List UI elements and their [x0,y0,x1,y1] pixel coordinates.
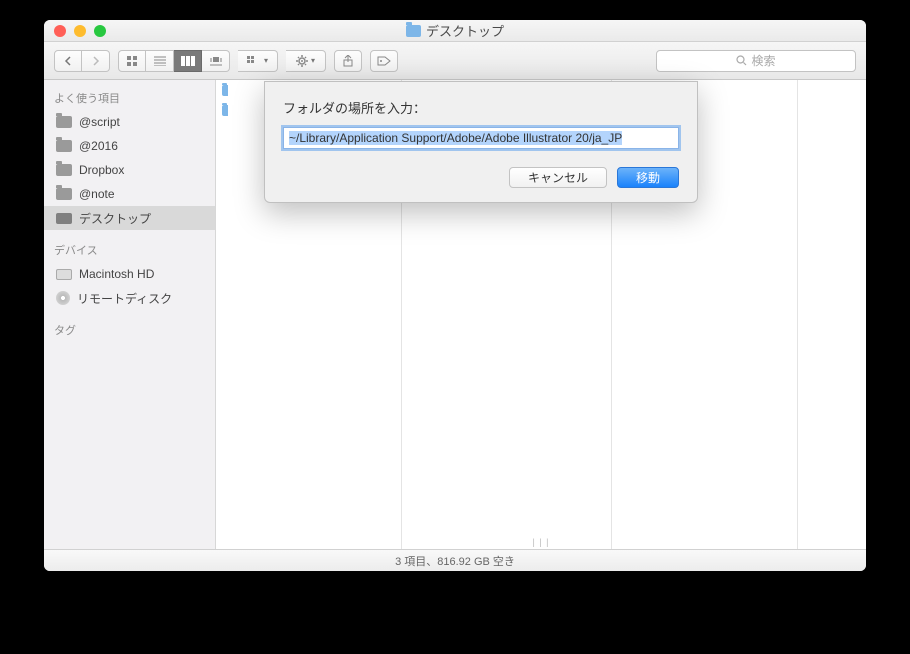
folder-icon [222,105,228,116]
gear-icon [296,55,308,67]
share-icon [343,55,353,67]
dialog-label: フォルダの場所を入力： [283,98,679,117]
tags-button[interactable] [370,50,398,72]
go-button[interactable]: 移動 [617,167,679,188]
minimize-window-button[interactable] [74,25,86,37]
sidebar-item-label: @note [79,187,115,201]
folder-icon [56,116,72,128]
sidebar-item-label: デスクトップ [79,210,151,227]
action-button-group: ▾ [286,50,326,72]
folder-icon [56,164,72,176]
dialog-buttons: キャンセル 移動 [283,167,679,188]
folder-icon [56,188,72,200]
search-icon [736,55,747,66]
disk-icon [56,269,72,280]
traffic-lights [54,25,106,37]
close-window-button[interactable] [54,25,66,37]
sidebar-item-note[interactable]: @note [44,182,215,206]
sidebar-item-macintosh-hd[interactable]: Macintosh HD [44,262,215,286]
folder-icon [56,140,72,152]
desktop-icon [56,213,72,224]
search-field[interactable]: 検索 [656,50,856,72]
view-list-button[interactable] [146,50,174,72]
sidebar-item-label: Macintosh HD [79,267,154,281]
window-title: デスクトップ [406,21,504,40]
finder-window: デスクトップ [44,20,866,571]
view-column-button[interactable] [174,50,202,72]
sidebar-devices-header: デバイス [44,238,215,262]
list-item[interactable] [216,100,228,120]
folder-icon [406,25,421,37]
toolbar: ▾ ▾ 検索 [44,42,866,80]
sidebar-item-dropbox[interactable]: Dropbox [44,158,215,182]
titlebar: デスクトップ [44,20,866,42]
status-bar: 3 項目、816.92 GB 空き [44,549,866,571]
view-mode-buttons [118,50,230,72]
sidebar-item-desktop[interactable]: デスクトップ [44,206,215,230]
zoom-window-button[interactable] [94,25,106,37]
search-placeholder: 検索 [751,52,775,69]
sidebar-favorites-header: よく使う項目 [44,86,215,110]
back-button[interactable] [54,50,82,72]
view-icon-button[interactable] [118,50,146,72]
status-text: 3 項目、816.92 GB 空き [395,553,515,569]
view-coverflow-button[interactable] [202,50,230,72]
sidebar-item-script[interactable]: @script [44,110,215,134]
arrange-button-group: ▾ [238,50,278,72]
action-button[interactable]: ▾ [286,50,326,72]
nav-buttons [54,50,110,72]
folder-path-input[interactable] [283,127,679,149]
list-item[interactable] [216,80,228,100]
arrange-button[interactable]: ▾ [238,50,278,72]
cancel-button[interactable]: キャンセル [509,167,607,188]
cd-icon [56,291,70,305]
window-title-text: デスクトップ [426,21,504,40]
folder-icon [222,85,228,96]
sidebar-item-remote-disc[interactable]: リモートディスク [44,286,215,310]
share-button[interactable] [334,50,362,72]
tag-icon [377,56,391,66]
forward-button[interactable] [82,50,110,72]
sidebar-item-label: @2016 [79,139,118,153]
sidebar: よく使う項目 @script @2016 Dropbox @note デスクトッ… [44,80,216,549]
column-edge [216,80,228,549]
resize-handle-icon[interactable]: | | | [532,537,549,547]
sidebar-item-label: Dropbox [79,163,124,177]
goto-folder-dialog: フォルダの場所を入力： キャンセル 移動 [264,81,698,203]
sidebar-item-label: @script [79,115,120,129]
sidebar-tags-header: タグ [44,318,215,342]
sidebar-item-label: リモートディスク [77,290,172,307]
sidebar-item-2016[interactable]: @2016 [44,134,215,158]
